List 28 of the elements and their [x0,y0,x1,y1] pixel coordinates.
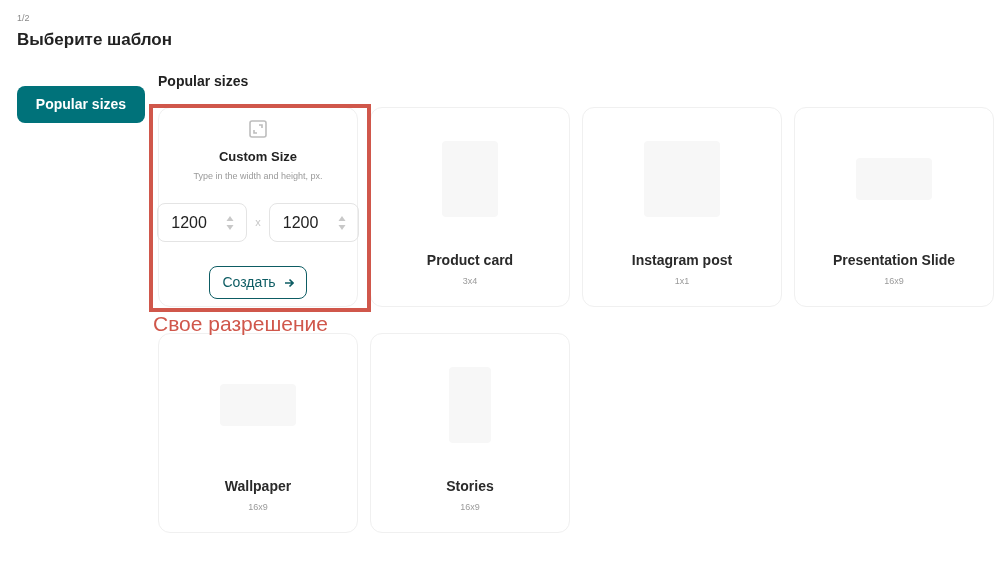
template-card[interactable]: Product card 3x4 [370,107,570,307]
field-value: 1200 [171,212,207,233]
create-button[interactable]: Создать [209,266,307,299]
card-title: Presentation Slide [832,251,956,270]
arrow-right-icon [283,277,294,288]
step-counter: 1/2 [17,12,31,24]
page-title: Выберите шаблон [17,29,174,51]
field-value: 1200 [282,212,319,233]
card-hint: Type in the width and height, px. [193,169,323,183]
resize-icon [249,120,267,138]
aspect-ratio: 16x9 [884,275,904,288]
card-title: Wallpaper [224,477,292,496]
template-card[interactable]: Stories 16x9 [370,333,570,533]
width-field[interactable]: 1200 [157,203,248,242]
template-card[interactable]: Instagram post 1x1 [582,107,782,307]
aspect-ratio: 16x9 [248,501,268,514]
annotation-label: Свое разрешение [153,312,328,336]
card-title: Product card [426,251,514,270]
template-card[interactable]: Presentation Slide 16x9 [794,107,994,307]
aspect-ratio: 16x9 [460,501,480,514]
aspect-ratio: 1x1 [674,275,690,288]
card-title: Stories [446,477,494,496]
aspect-ratio: 3x4 [462,275,478,288]
sidebar-tab[interactable]: Popular sizes [17,86,145,123]
section-title: Popular sizes [158,72,250,91]
card-title: Custom Size [219,148,297,166]
card-title: Instagram post [631,251,733,270]
height-field[interactable]: 1200 [268,203,359,242]
